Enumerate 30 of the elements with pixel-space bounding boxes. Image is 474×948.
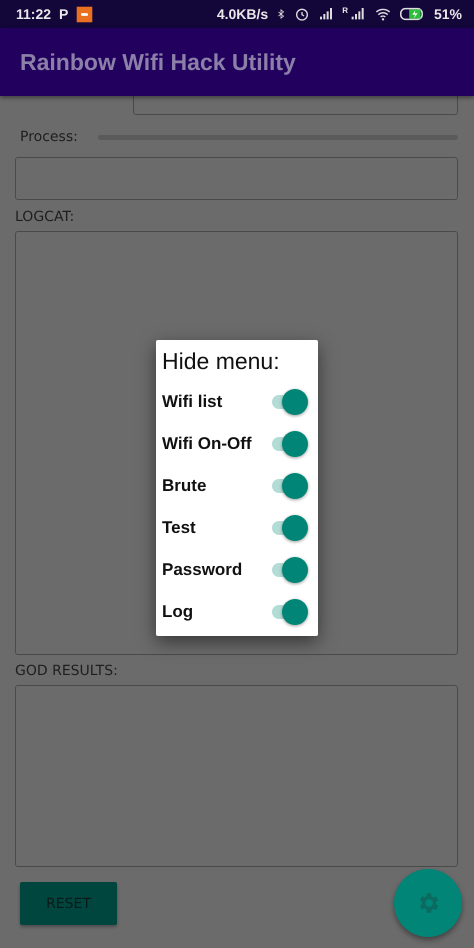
input-field[interactable] <box>15 157 458 200</box>
toggle-switch[interactable] <box>270 431 308 457</box>
dialog-title: Hide menu: <box>162 348 281 375</box>
toggle-switch[interactable] <box>270 557 308 583</box>
network-speed: 4.0KB/s <box>216 6 268 22</box>
roaming-mark: R <box>342 6 348 15</box>
toggle-switch[interactable] <box>270 473 308 499</box>
switch-label: Log <box>162 602 194 622</box>
alarm-icon <box>294 6 310 22</box>
switch-label: Wifi On-Off <box>162 434 252 454</box>
battery-percent: 51% <box>434 6 462 22</box>
section-label: GOD RESULTS: <box>15 663 119 679</box>
clock-time: 11:22 <box>16 6 52 22</box>
wifi-icon <box>374 6 392 22</box>
notification-letter: P <box>59 6 68 22</box>
section-label: LOGCAT: <box>15 209 76 225</box>
app-title: Rainbow Wifi Hack Utility <box>20 48 296 76</box>
switch-label: Brute <box>162 476 206 496</box>
bluetooth-icon <box>276 6 286 22</box>
toggle-switch[interactable] <box>270 389 308 415</box>
toggle-switch[interactable] <box>270 515 308 541</box>
app-notification-icon <box>76 6 94 22</box>
switch-label: Password <box>162 560 242 580</box>
signal-icon <box>318 6 334 22</box>
switch-label: Wifi list <box>162 392 222 412</box>
toggle-switch[interactable] <box>270 599 308 625</box>
switch-label: Test <box>162 518 196 538</box>
input-field[interactable] <box>133 96 458 115</box>
battery-icon <box>400 6 426 22</box>
field-label: Process: <box>20 129 78 145</box>
